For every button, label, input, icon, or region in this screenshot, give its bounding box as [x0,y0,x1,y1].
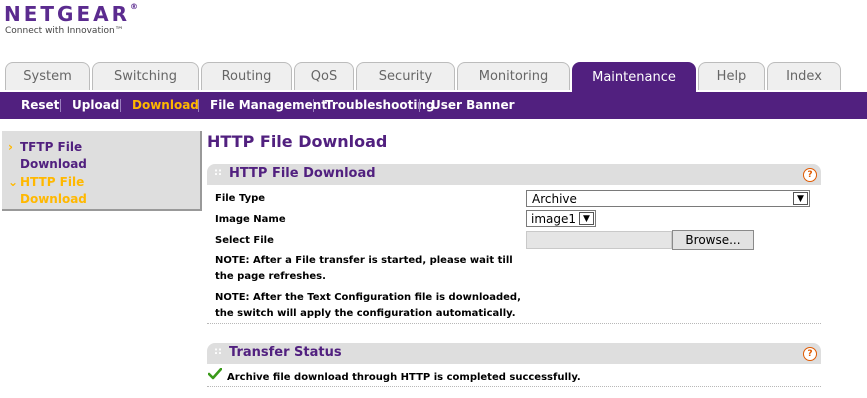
tab-maintenance[interactable]: Maintenance [572,62,696,92]
section-divider [207,323,821,324]
chevron-right-icon: › [8,140,13,154]
sub-navigation: Reset Upload Download File Management Tr… [0,92,867,119]
tab-security[interactable]: Security [356,62,455,90]
subnav-divider [198,99,199,112]
dropdown-arrow-icon: ▼ [579,212,594,225]
section-grip-icon: :: [214,346,222,357]
subnav-divider [60,99,61,112]
download-section-header: :: HTTP File Download ? [207,164,821,185]
tab-help[interactable]: Help [698,62,765,90]
download-section-title: HTTP File Download [229,166,376,181]
leftnav-http-file-download[interactable]: ⌄ HTTP File Download [8,174,87,208]
tab-index[interactable]: Index [767,62,841,90]
section-divider [207,386,821,387]
subnav-reset[interactable]: Reset [21,92,59,119]
netgear-logo: NETGEAR® [4,2,138,26]
section-grip-icon: :: [214,167,222,178]
subnav-file-management[interactable]: File Management [210,92,327,119]
subnav-divider [120,99,121,112]
status-section-title: Transfer Status [229,345,342,360]
tab-routing[interactable]: Routing [201,62,292,90]
image-name-select[interactable]: image1 ▼ [526,210,596,227]
checkmark-icon [208,368,222,380]
note-transfer: NOTE: After a File transfer is started, … [215,255,513,282]
dropdown-arrow-icon: ▼ [793,192,808,205]
page-title: HTTP File Download [207,132,388,151]
status-section-header: :: Transfer Status ? [207,343,821,364]
select-file-label: Select File [215,235,274,246]
tab-qos[interactable]: QoS [294,62,354,90]
subnav-upload[interactable]: Upload [72,92,119,119]
left-navigation: › TFTP File Download ⌄ HTTP File Download [2,131,202,211]
tab-monitoring[interactable]: Monitoring [457,62,570,90]
subnav-divider [313,99,314,112]
help-icon[interactable]: ? [803,347,817,361]
transfer-status-message: Archive file download through HTTP is co… [227,372,581,383]
note-configuration: NOTE: After the Text Configuration file … [215,292,521,319]
chevron-down-icon: ⌄ [8,175,19,189]
main-tabs: System Switching Routing QoS Security Mo… [5,62,867,92]
file-type-label: File Type [215,193,266,204]
browse-button[interactable]: Browse... [672,230,754,250]
brand-tagline: Connect with Innovation™ [5,26,124,36]
subnav-divider [419,99,420,112]
help-icon[interactable]: ? [803,168,817,182]
file-path-input[interactable] [526,231,672,249]
leftnav-tftp-file-download[interactable]: › TFTP File Download [8,139,87,173]
image-name-label: Image Name [215,214,286,225]
subnav-download[interactable]: Download [132,92,199,119]
tab-system[interactable]: System [5,62,90,90]
file-type-select[interactable]: Archive ▼ [526,190,810,207]
subnav-user-banner[interactable]: User Banner [431,92,515,119]
tab-switching[interactable]: Switching [92,62,199,90]
